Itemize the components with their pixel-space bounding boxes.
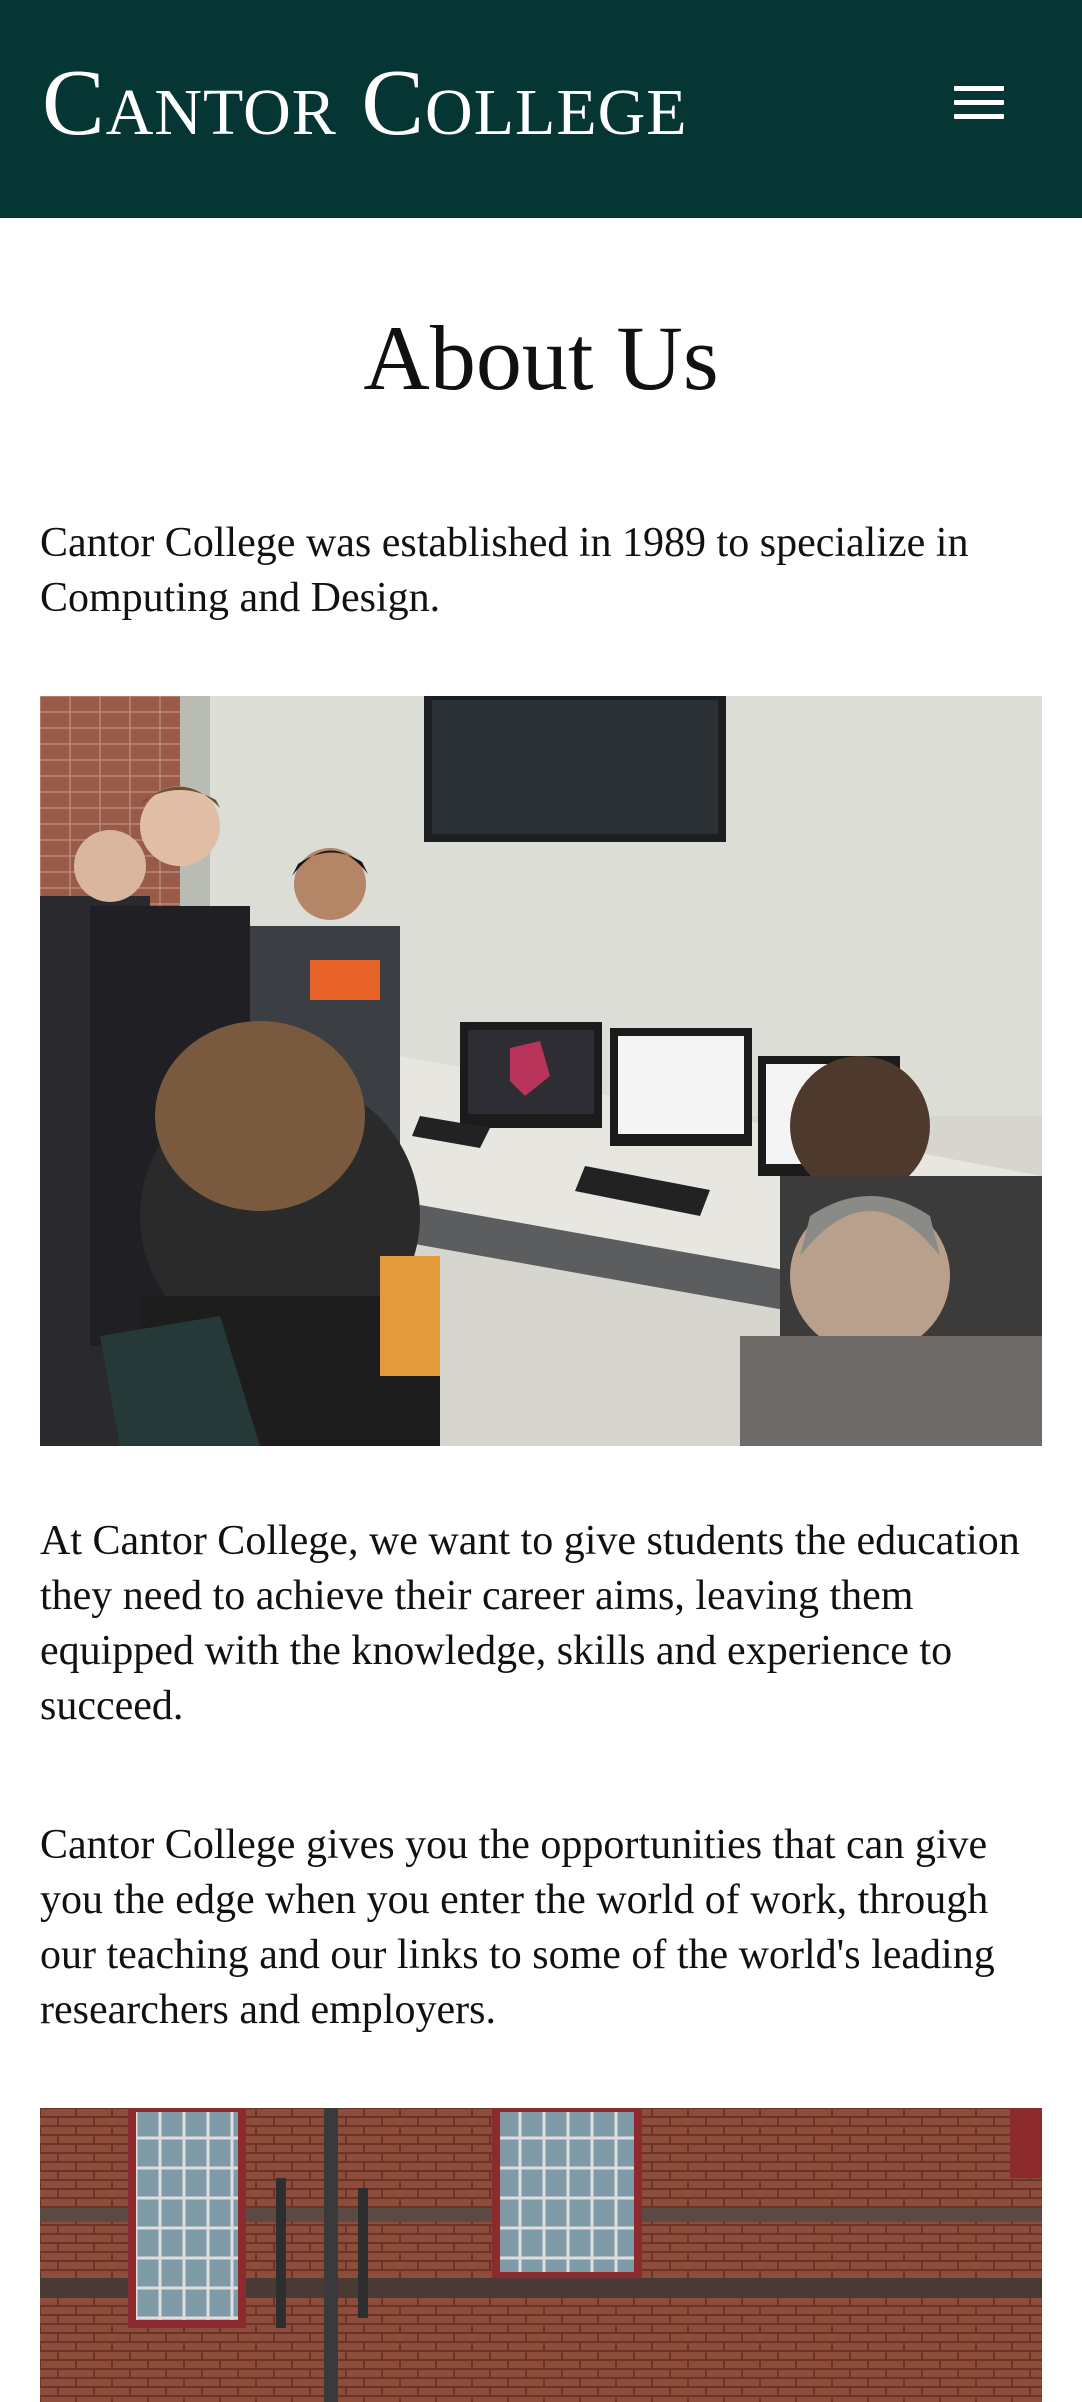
page-title: About Us [363, 307, 719, 409]
brand-logo[interactable]: Cantor College [42, 56, 688, 150]
menu-bar-middle [954, 100, 1004, 105]
site-header: Cantor College [0, 0, 1082, 218]
opportunities-paragraph: Cantor College gives you the opportuniti… [40, 1822, 995, 2033]
menu-bar-top [954, 86, 1004, 91]
students-computer-lab-photo [40, 696, 1042, 1446]
mission-paragraph: At Cantor College, we want to give stude… [40, 1518, 1020, 1729]
hamburger-menu-icon[interactable] [948, 80, 1012, 126]
menu-bar-bottom [954, 114, 1004, 119]
intro-paragraph: Cantor College was established in 1989 t… [40, 520, 969, 621]
brick-building-photo [40, 2108, 1042, 2402]
